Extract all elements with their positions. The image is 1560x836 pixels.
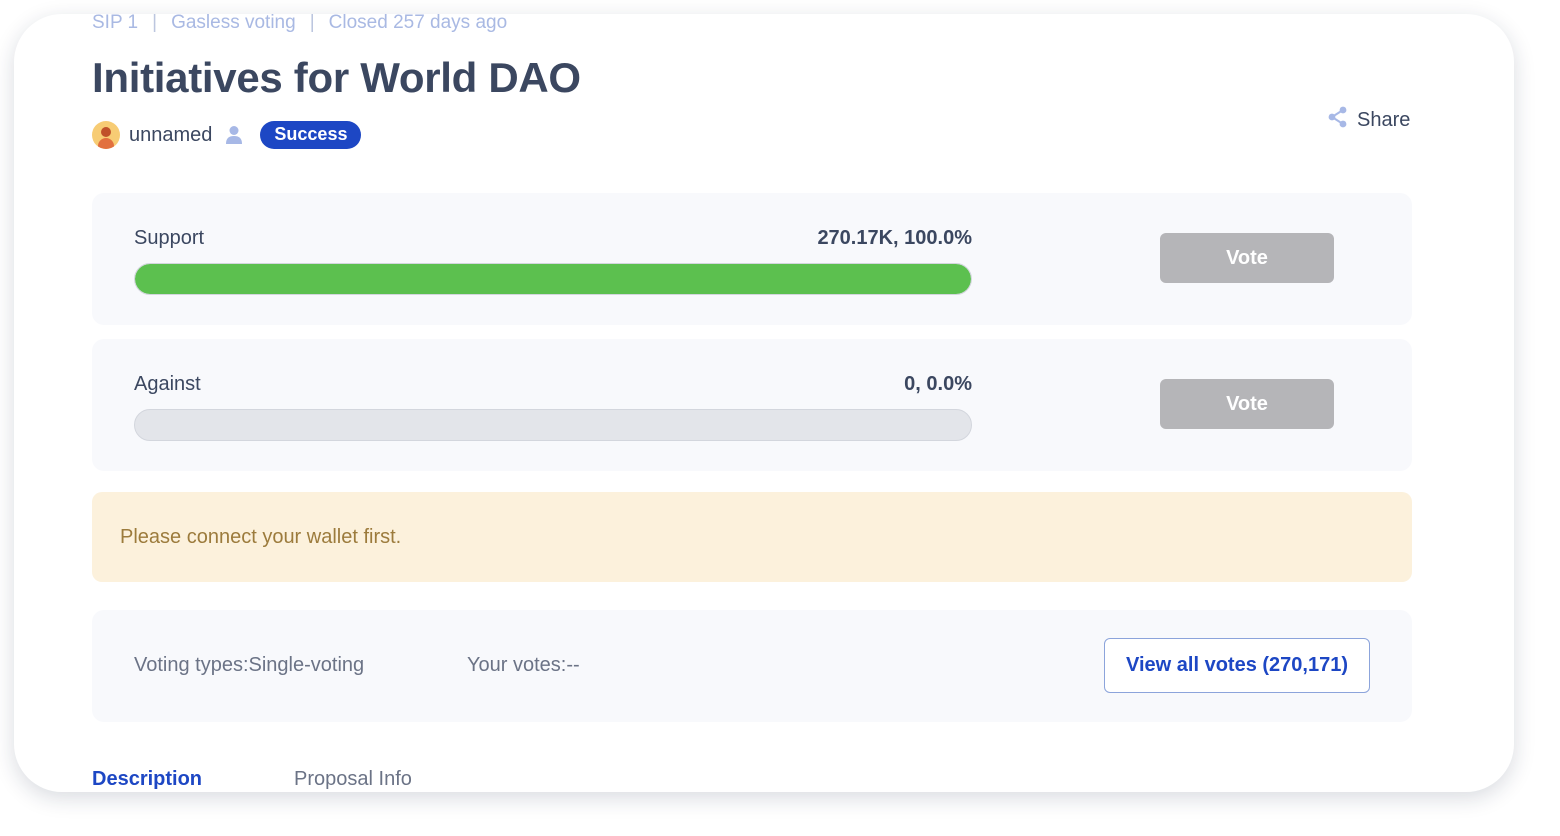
support-vote-button[interactable]: Vote (1160, 233, 1334, 283)
notice-text: Please connect your wallet first. (120, 526, 402, 548)
tab-description[interactable]: Description (92, 768, 202, 791)
option-label: Support (134, 227, 205, 249)
option-label: Against (134, 373, 201, 395)
proposal-meta: SIP 1 | Gasless voting | Closed 257 days… (92, 14, 1412, 36)
closed-time: Closed 257 days ago (328, 14, 508, 33)
user-icon (224, 125, 244, 145)
tab-proposal-info[interactable]: Proposal Info (294, 768, 412, 791)
support-progress-fill (135, 264, 971, 294)
meta-separator: | (152, 14, 158, 33)
author-name[interactable]: unnamed (129, 124, 212, 147)
tab-bar: Description Proposal Info (92, 768, 504, 791)
status-badge: Success (260, 121, 362, 149)
against-progress-bar (134, 409, 972, 441)
view-all-votes-button[interactable]: View all votes (270,171) (1104, 638, 1370, 693)
author-row: unnamed Success Share (92, 106, 1412, 150)
wallet-notice: Please connect your wallet first. (92, 492, 1412, 582)
share-label: Share (1357, 108, 1411, 131)
against-vote-button[interactable]: Vote (1160, 379, 1334, 429)
voting-type: Voting types:Single-voting (134, 654, 365, 676)
proposal-content: SIP 1 | Gasless voting | Closed 257 days… (92, 14, 1412, 790)
share-button[interactable]: Share (1328, 106, 1410, 134)
proposal-card: SIP 1 | Gasless voting | Closed 257 days… (14, 14, 1514, 792)
your-votes: Your votes:-- (467, 654, 580, 676)
share-icon (1328, 106, 1348, 134)
avatar[interactable] (92, 121, 120, 149)
support-progress-bar (134, 263, 972, 295)
option-amount: 270.17K, 100.0% (817, 227, 972, 249)
option-amount: 0, 0.0% (904, 373, 972, 395)
voting-info-panel: Voting types:Single-voting Your votes:--… (92, 610, 1412, 722)
voting-mode: Gasless voting (171, 14, 296, 33)
proposal-title: Initiatives for World DAO (92, 54, 581, 101)
sip-number: SIP 1 (92, 14, 139, 33)
meta-separator: | (309, 14, 315, 33)
against-option: Against 0, 0.0% Vote (92, 339, 1412, 471)
support-option: Support 270.17K, 100.0% Vote (92, 193, 1412, 325)
